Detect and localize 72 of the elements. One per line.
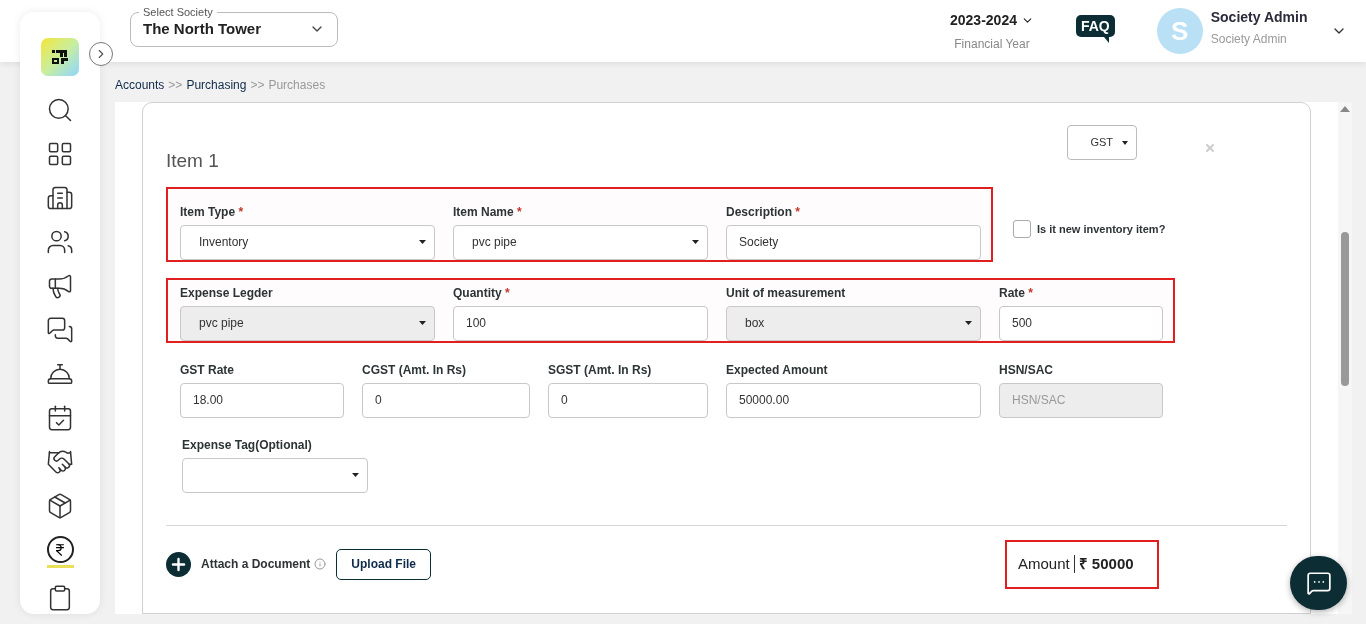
breadcrumb-link[interactable]: Accounts: [115, 76, 165, 94]
breadcrumb-separator: >>: [250, 77, 265, 94]
nav-item[interactable]: [46, 228, 74, 256]
caret-icon: [965, 321, 972, 325]
select-field[interactable]: pvc pipe: [453, 224, 708, 260]
scrollbar[interactable]: [1338, 102, 1352, 614]
checkbox[interactable]: [1013, 220, 1031, 238]
input-field[interactable]: Society: [726, 224, 981, 260]
caret-icon: [692, 240, 699, 244]
logo-icon: [41, 38, 79, 76]
faq-button[interactable]: FAQ: [1075, 15, 1115, 37]
caret-icon: [419, 321, 426, 325]
item-title: Item 1: [166, 149, 219, 173]
field-label: CGST (Amt. In Rs): [362, 362, 467, 378]
field-label: Quantity *: [453, 285, 511, 301]
input-field[interactable]: 0: [548, 382, 708, 418]
field-label: Description *: [726, 204, 802, 220]
caret-icon: [352, 473, 359, 477]
input-field[interactable]: 500: [999, 305, 1163, 341]
dashboard-icon: [46, 140, 74, 168]
tax-select[interactable]: GST: [1067, 125, 1137, 160]
caret-icon: [1122, 140, 1128, 145]
field-label: Expense Tag(Optional): [182, 437, 313, 453]
breadcrumb-separator: >>: [168, 77, 183, 94]
add-icon[interactable]: [166, 551, 191, 577]
year-caption: Financial Year: [954, 35, 1030, 53]
attach-label: Attach a Document: [201, 556, 311, 573]
info-icon: [314, 558, 327, 570]
input-field[interactable]: 50000.00: [726, 382, 981, 418]
chat-icon: [46, 316, 74, 344]
nav-item[interactable]: [46, 272, 74, 300]
rupee-icon: [46, 536, 74, 563]
breadcrumb-link[interactable]: Purchasing: [186, 76, 247, 94]
field-label: SGST (Amt. In Rs): [548, 362, 653, 378]
amount-value: ₹ 50000: [1078, 553, 1134, 574]
handshake-icon: [46, 448, 74, 476]
amount-label: Amount: [1018, 553, 1070, 574]
field-label: Item Type *: [180, 204, 245, 220]
input-field[interactable]: 18.00: [180, 382, 344, 418]
nav-item[interactable]: [46, 140, 74, 168]
chat-icon: [1305, 570, 1332, 596]
checkbox-label: Is it new inventory item?: [1037, 221, 1166, 237]
field-label: Item Name *: [453, 204, 523, 220]
user-name: Society Admin: [1210, 7, 1308, 27]
year-select[interactable]: 2023-2024: [950, 9, 1034, 31]
upload-button[interactable]: Upload File: [336, 548, 432, 580]
field-label: Rate *: [999, 285, 1035, 301]
bubble-tail-icon: [1103, 37, 1109, 43]
field-label: HSN/SAC: [999, 362, 1054, 378]
nav-item[interactable]: [46, 536, 74, 568]
calendar-icon: [46, 404, 74, 432]
field-label: Expense Legder: [180, 285, 274, 301]
user-role: Society Admin: [1210, 30, 1288, 48]
input-field[interactable]: 0: [362, 382, 530, 418]
building-icon: [46, 184, 74, 212]
nav-item[interactable]: [46, 448, 74, 476]
people-icon: [46, 228, 74, 256]
box-icon: [46, 492, 74, 520]
megaphone-icon: [46, 272, 74, 300]
search-icon: [46, 96, 74, 124]
field-label: Expected Amount: [726, 362, 829, 378]
select-field[interactable]: [182, 457, 368, 493]
field-label: GST Rate: [180, 362, 235, 378]
nav-item[interactable]: [46, 96, 74, 124]
nav-item[interactable]: [46, 492, 74, 520]
caret-icon: [419, 240, 426, 244]
nav-item[interactable]: [46, 184, 74, 212]
nav-item[interactable]: [46, 316, 74, 344]
select-field[interactable]: Inventory: [180, 224, 435, 260]
field-label: Unit of measurement: [726, 285, 847, 301]
nav-item[interactable]: [46, 404, 74, 432]
input-field[interactable]: 100: [453, 305, 708, 341]
